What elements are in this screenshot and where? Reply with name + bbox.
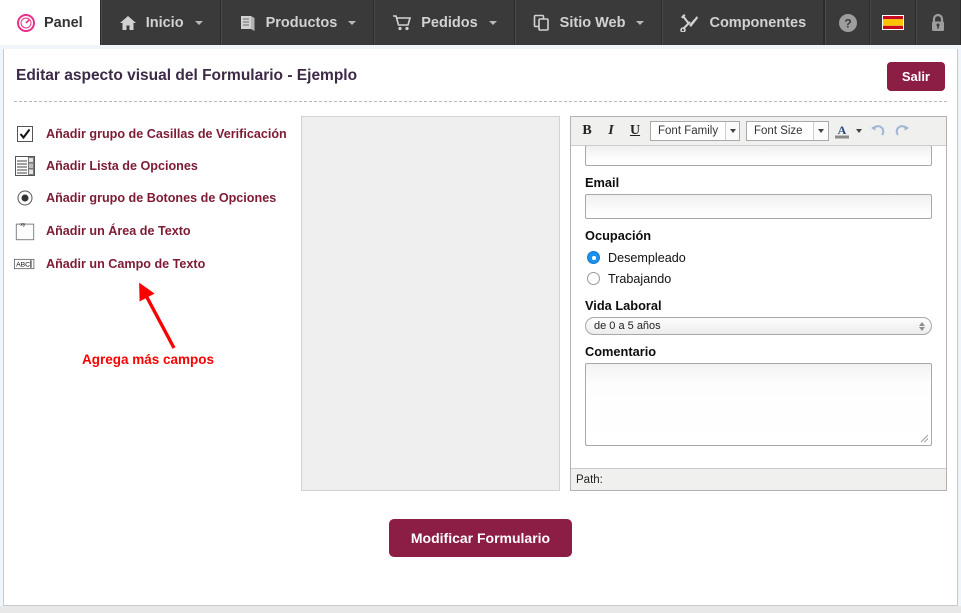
form-preview-label-comentario: Comentario <box>585 344 657 359</box>
content-card: Editar aspecto visual del Formulario - E… <box>3 49 958 606</box>
font-size-select[interactable]: Font Size <box>746 121 829 141</box>
svg-text:A: A <box>838 123 847 137</box>
chevron-down-icon <box>348 20 357 25</box>
font-family-label: Font Family <box>658 125 719 137</box>
nav-item-sitio-web[interactable]: Sitio Web <box>514 0 663 45</box>
italic-button[interactable]: I <box>600 120 622 142</box>
main-body: Añadir grupo de Casillas de Verificación <box>4 102 957 491</box>
nav-item-label: Panel <box>44 14 83 31</box>
nav-item-label: Inicio <box>145 14 184 31</box>
sidebar-item-radio-group[interactable]: Añadir grupo de Botones de Opciones <box>14 182 301 214</box>
form-preview-label-vida-laboral: Vida Laboral <box>585 298 662 313</box>
submit-form-button[interactable]: Modificar Formulario <box>388 519 573 557</box>
rich-text-editor: B I U Font Family Font Size A Email Ocup… <box>570 116 947 491</box>
sidebar-item-label: Añadir un Área de Texto <box>46 224 191 238</box>
italic-label: I <box>608 123 614 138</box>
home-icon <box>119 15 137 31</box>
radio-label: Desempleado <box>608 250 686 265</box>
listbox-icon <box>14 155 36 177</box>
nav-item-inicio[interactable]: Inicio <box>100 0 221 45</box>
sidebar-item-textarea[interactable]: xy Añadir un Área de Texto <box>14 214 301 248</box>
spinner-icon <box>919 321 925 331</box>
bold-label: B <box>582 123 592 138</box>
top-navigation-bar: Panel Inicio Productos Pedidos Sitio Web… <box>0 0 961 45</box>
editor-path-label: Path: <box>576 473 603 486</box>
form-preview-comentario-textarea[interactable] <box>585 363 932 446</box>
sidebar-item-label: Añadir grupo de Casillas de Verificación <box>46 127 287 141</box>
nav-item-label: Productos <box>265 14 338 31</box>
nav-item-label: Sitio Web <box>559 14 626 31</box>
page-title: Editar aspecto visual del Formulario - E… <box>16 67 358 84</box>
nav-item-componentes[interactable]: Componentes <box>662 0 825 45</box>
copy-icon <box>533 14 551 31</box>
chevron-down-icon <box>813 122 828 140</box>
sidebar-item-label: Añadir Lista de Opciones <box>46 159 198 173</box>
svg-text:xy: xy <box>20 222 26 228</box>
form-preview-radio-desempleado[interactable]: Desempleado <box>587 247 932 268</box>
forecolor-dropdown-icon[interactable] <box>853 120 865 142</box>
textarea-icon: xy <box>14 219 36 243</box>
select-value: de 0 a 5 años <box>594 320 661 332</box>
chevron-down-icon <box>488 20 497 25</box>
svg-text:?: ? <box>844 16 851 30</box>
svg-text:ABC: ABC <box>16 262 30 269</box>
chevron-down-icon <box>636 20 645 25</box>
form-preview-email-input[interactable] <box>585 194 932 219</box>
annotation-group: Agrega más campos <box>14 280 301 400</box>
nav-item-panel[interactable]: Panel <box>0 0 101 45</box>
undo-icon[interactable] <box>867 120 889 142</box>
nav-item-productos[interactable]: Productos <box>220 0 375 45</box>
form-drop-panel[interactable] <box>301 116 560 491</box>
books-icon <box>239 14 257 31</box>
bold-button[interactable]: B <box>576 120 598 142</box>
forecolor-icon[interactable]: A <box>833 120 851 142</box>
radio-button-icon[interactable] <box>587 251 600 264</box>
checkbox-icon <box>14 126 36 142</box>
font-family-select[interactable]: Font Family <box>650 121 740 141</box>
lock-icon[interactable] <box>915 0 961 45</box>
nav-item-label: Componentes <box>709 14 807 31</box>
spain-flag-icon[interactable] <box>870 0 916 45</box>
chevron-down-icon <box>194 20 203 25</box>
editor-content-area[interactable]: Email Ocupación Desempleado Trabajando V… <box>571 146 946 468</box>
exit-button[interactable]: Salir <box>886 61 945 91</box>
sidebar-item-label: Añadir un Campo de Texto <box>46 257 206 271</box>
textfield-icon: ABC <box>14 257 36 271</box>
nav-item-pedidos[interactable]: Pedidos <box>374 0 515 45</box>
form-preview-vida-laboral-select[interactable]: de 0 a 5 años <box>585 317 932 335</box>
form-preview-label-email: Email <box>585 175 620 190</box>
chevron-down-icon <box>725 122 739 140</box>
footer-actions: Modificar Formulario <box>4 491 957 557</box>
radio-label: Trabajando <box>608 271 672 286</box>
field-palette-sidebar: Añadir grupo de Casillas de Verificación <box>14 116 301 491</box>
radio-icon <box>14 190 36 206</box>
sidebar-item-label: Añadir grupo de Botones de Opciones <box>46 191 277 205</box>
tools-icon <box>680 13 700 32</box>
cart-icon <box>392 14 412 31</box>
underline-label: U <box>629 123 641 138</box>
gauge-icon <box>17 13 35 32</box>
page-wrapper: Editar aspecto visual del Formulario - E… <box>0 45 961 606</box>
font-size-label: Font Size <box>754 125 803 137</box>
redo-icon[interactable] <box>891 120 913 142</box>
editor-status-bar: Path: <box>571 468 946 490</box>
form-preview-radio-trabajando[interactable]: Trabajando <box>587 268 932 289</box>
form-preview-text-input[interactable] <box>585 146 932 166</box>
radio-button-icon[interactable] <box>587 272 600 285</box>
sidebar-item-listbox[interactable]: Añadir Lista de Opciones <box>14 150 301 182</box>
underline-button[interactable]: U <box>624 120 646 142</box>
editor-toolbar: B I U Font Family Font Size A <box>571 117 946 146</box>
annotation-text: Agrega más campos <box>82 352 215 367</box>
help-icon[interactable]: ? <box>825 0 871 45</box>
form-preview-label-ocupacion: Ocupación <box>585 228 652 243</box>
nav-item-label: Pedidos <box>421 14 478 31</box>
sidebar-item-checkbox-group[interactable]: Añadir grupo de Casillas de Verificación <box>14 118 301 150</box>
resize-grip-icon[interactable] <box>920 434 929 443</box>
card-header: Editar aspecto visual del Formulario - E… <box>4 49 957 101</box>
